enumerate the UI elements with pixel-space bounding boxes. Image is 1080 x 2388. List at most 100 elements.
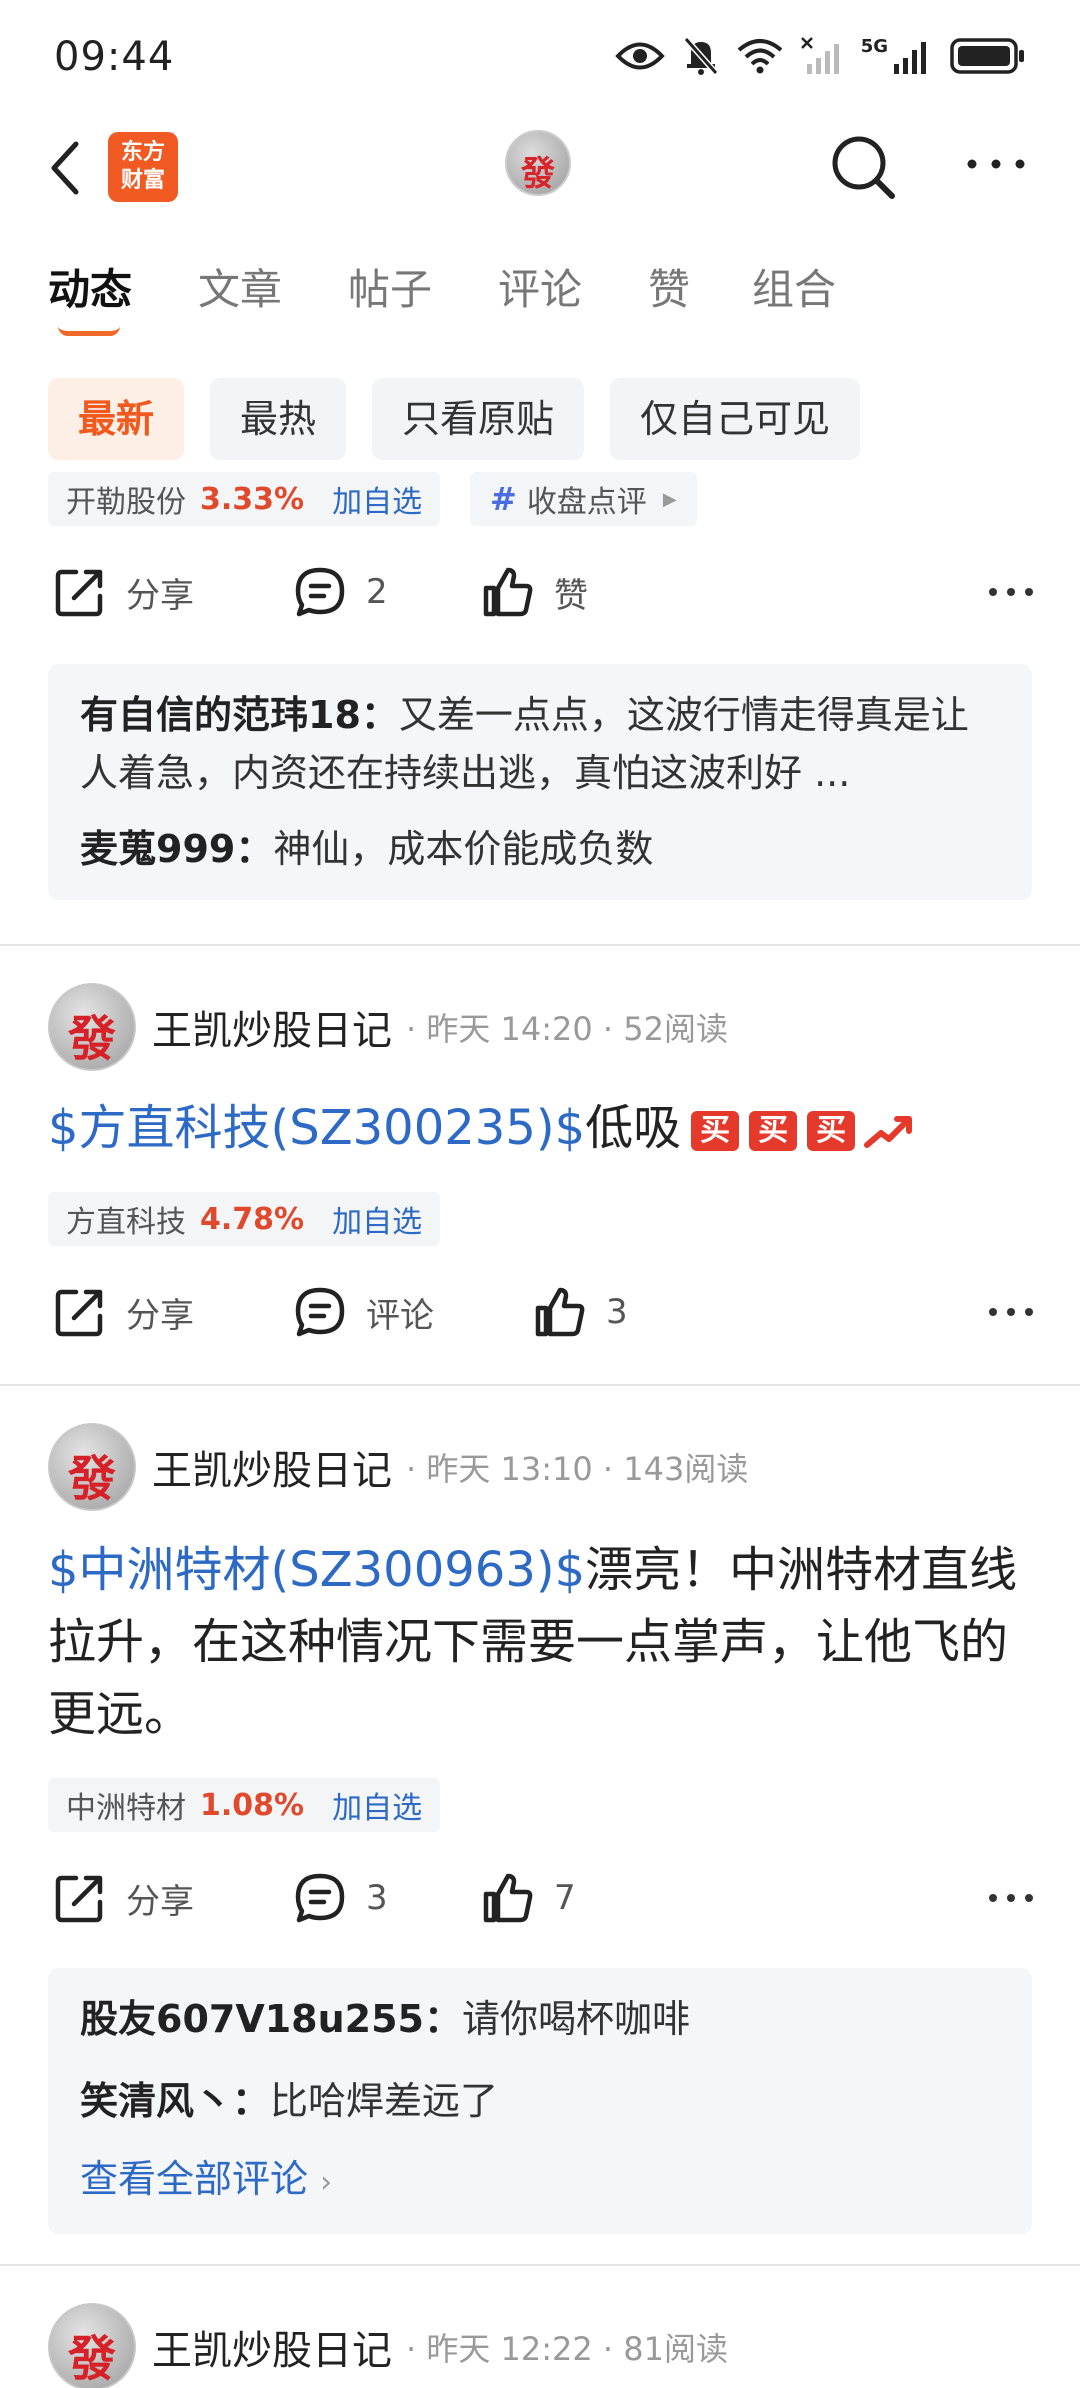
filter-original-only[interactable]: 只看原贴 (372, 378, 585, 460)
like-button[interactable]: 赞 (480, 564, 588, 620)
thumbs-up-icon (535, 1287, 585, 1337)
more-icon[interactable] (964, 144, 1028, 184)
avatar[interactable]: 發 (48, 2303, 136, 2388)
avatar-glyph: 發 (67, 1451, 116, 1507)
topic-chip[interactable]: # 收盘点评 ▶ (470, 472, 697, 526)
comment-separator: ： (424, 1997, 463, 2041)
like-button[interactable]: 7 (480, 1870, 576, 1926)
chevron-right-icon: ▶ (662, 488, 677, 510)
clock: 09:44 (54, 34, 175, 80)
comment-preview[interactable]: 股友607V18u255：请你喝杯咖啡 笑清风丶：比哈焊差远了 查看全部评论 › (48, 1968, 1032, 2234)
comment-user[interactable]: 有自信的范玮18 (80, 693, 361, 737)
view-all-comments-link[interactable]: 查看全部评论 › (80, 2150, 1000, 2212)
stock-name: 方直科技 (66, 1205, 186, 1240)
comment-line: 股友607V18u255：请你喝杯咖啡 (80, 1990, 1000, 2048)
comment-button[interactable]: 3 (292, 1870, 388, 1926)
status-icons: 5G (614, 36, 1026, 76)
stock-name: 中洲特材 (66, 1791, 186, 1826)
comment-button[interactable]: 评论 (292, 1284, 434, 1340)
content-tabs: 动态 文章 帖子 评论 赞 组合 (0, 256, 1080, 336)
share-button[interactable]: 分享 (52, 1870, 194, 1926)
trend-up-icon (864, 1116, 913, 1148)
stock-chip[interactable]: 开勒股份 3.33% 加自选 (48, 472, 441, 526)
post-body[interactable]: $方直科技(SZ300235)$低吸买买买 (48, 1092, 1032, 1164)
like-label: 赞 (554, 575, 588, 616)
filter-hottest[interactable]: 最热 (210, 378, 347, 460)
comment-user[interactable]: 笑清风丶 (80, 2079, 232, 2123)
buy-emoji: 买 (749, 1111, 798, 1151)
comment-user[interactable]: 麦蒐999 (80, 827, 235, 871)
add-watchlist-link[interactable]: 加自选 (332, 477, 422, 521)
topic-label: 收盘点评 (526, 485, 647, 520)
post-header: 發 王凯炒股日记 · 昨天 14:20 · 52阅读 (48, 982, 1048, 1072)
eye-icon (614, 42, 665, 70)
stock-link[interactable]: $中洲特材(SZ300963)$ (48, 1542, 585, 1598)
comment-text: 比哈焊差远了 (270, 2079, 499, 2123)
brand-logo[interactable]: 东方 财富 (108, 132, 178, 202)
add-watchlist-link[interactable]: 加自选 (332, 1783, 422, 1827)
stock-link[interactable]: $方直科技(SZ300235)$ (48, 1100, 585, 1156)
post-actions: 分享 3 7 (0, 1870, 1080, 1940)
stock-change: 3.33% (200, 481, 305, 517)
tab-dynamics[interactable]: 动态 (48, 256, 132, 317)
share-label: 分享 (126, 1295, 194, 1336)
avatar[interactable]: 發 (48, 983, 136, 1071)
post-actions: 分享 评论 3 (0, 1284, 1080, 1354)
battery-icon (950, 38, 1024, 74)
chevron-right-icon: › (320, 2165, 333, 2200)
share-button[interactable]: 分享 (52, 564, 194, 620)
top-nav: 东方 财富 發 (0, 118, 1080, 218)
tab-articles[interactable]: 文章 (198, 256, 282, 317)
buy-emoji: 买 (691, 1111, 740, 1151)
author-name[interactable]: 王凯炒股日记 (152, 998, 392, 1056)
post-header: 發 王凯炒股日记 · 昨天 13:10 · 143阅读 (48, 1422, 1048, 1512)
tab-portfolio[interactable]: 组合 (752, 256, 836, 317)
wifi-icon (737, 39, 782, 74)
comment-count: 3 (366, 1878, 388, 1918)
comment-preview[interactable]: 有自信的范玮18：又差一点点，这波行情走得真是让人着急，内资还在持续出逃，真怕这… (48, 664, 1032, 900)
post-actions: 分享 2 赞 (0, 564, 1080, 634)
comment-user[interactable]: 股友607V18u255 (80, 1997, 424, 2041)
stock-chip[interactable]: 中洲特材 1.08% 加自选 (48, 1778, 441, 1832)
view-all-label: 查看全部评论 (80, 2157, 309, 2201)
post-more-icon[interactable] (986, 1292, 1036, 1332)
add-watchlist-link[interactable]: 加自选 (332, 1197, 422, 1241)
like-count: 3 (606, 1292, 628, 1332)
author-name[interactable]: 王凯炒股日记 (152, 1438, 392, 1496)
post-divider (0, 1384, 1080, 1386)
author-name[interactable]: 王凯炒股日记 (152, 2318, 392, 2376)
share-icon (55, 569, 103, 617)
comment-separator: ： (360, 693, 399, 737)
post-more-icon[interactable] (986, 1878, 1036, 1918)
avatar-glyph: 發 (521, 154, 555, 194)
tab-posts[interactable]: 帖子 (348, 256, 432, 317)
comment-icon (295, 567, 345, 617)
post-body[interactable]: $中洲特材(SZ300963)$漂亮！中洲特材直线拉升，在这种情况下需要一点掌声… (48, 1534, 1032, 1750)
back-arrow-icon[interactable] (44, 138, 88, 198)
comment-button[interactable]: 2 (292, 564, 388, 620)
comment-line: 麦蒐999：神仙，成本价能成负数 (80, 820, 1000, 878)
like-button[interactable]: 3 (532, 1284, 628, 1340)
post-more-icon[interactable] (986, 572, 1036, 612)
share-label: 分享 (126, 1881, 194, 1922)
tab-likes[interactable]: 赞 (648, 256, 690, 317)
avatar[interactable]: 發 (48, 1423, 136, 1511)
share-icon (55, 1289, 103, 1337)
thumbs-up-icon (483, 1873, 533, 1923)
filter-private[interactable]: 仅自己可见 (610, 378, 861, 460)
profile-avatar[interactable]: 發 (505, 130, 571, 196)
search-icon[interactable] (828, 132, 898, 202)
comment-icon (295, 1873, 345, 1923)
comment-separator: ： (235, 827, 274, 871)
share-button[interactable]: 分享 (52, 1284, 194, 1340)
comment-separator: ： (232, 2079, 271, 2123)
avatar-glyph: 發 (67, 2331, 116, 2387)
share-icon (55, 1875, 103, 1923)
comment-count: 2 (366, 572, 388, 612)
status-bar: 09:44 5G (0, 0, 1080, 118)
post-header: 發 王凯炒股日记 · 昨天 12:22 · 81阅读 (48, 2302, 1048, 2388)
tab-comments[interactable]: 评论 (498, 256, 582, 317)
filter-latest[interactable]: 最新 (48, 378, 185, 460)
comment-text: 请你喝杯咖啡 (462, 1997, 691, 2041)
stock-chip[interactable]: 方直科技 4.78% 加自选 (48, 1192, 441, 1246)
